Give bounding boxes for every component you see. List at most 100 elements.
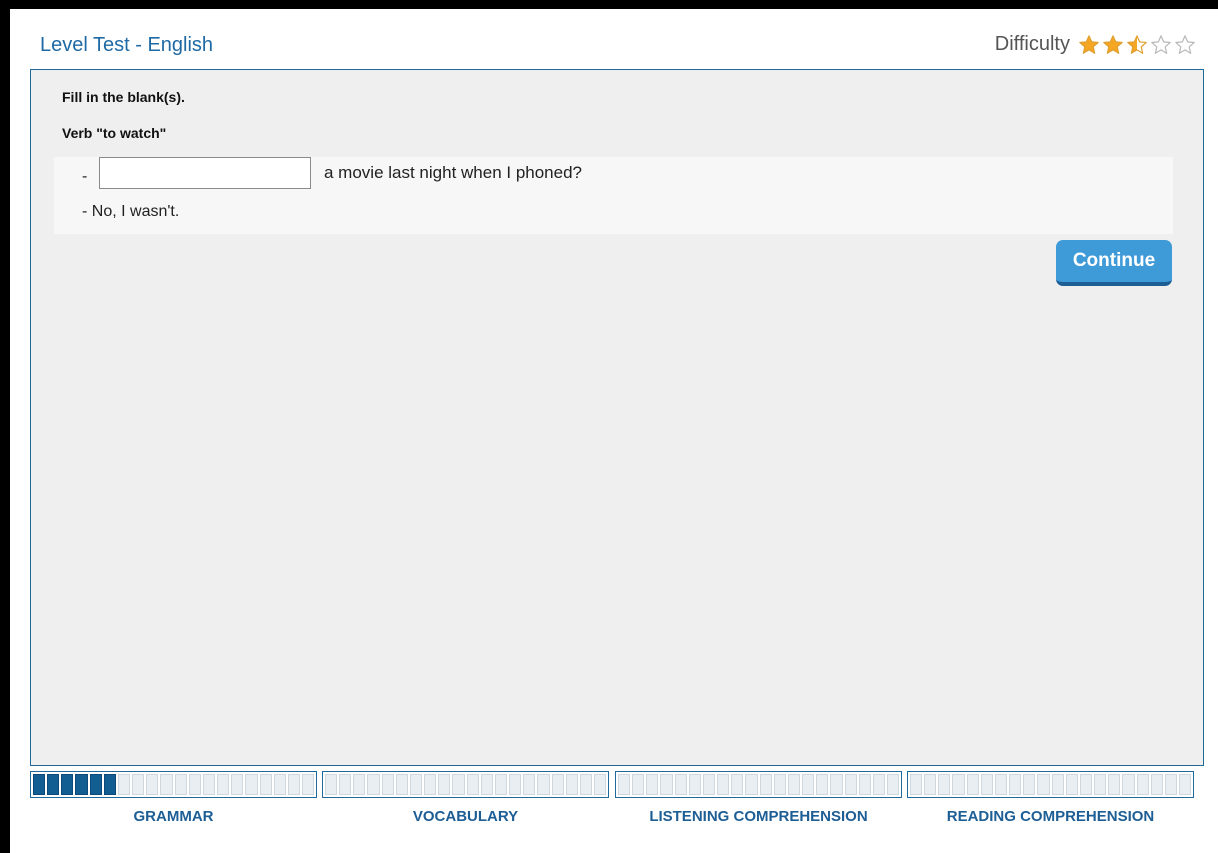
star-icon bbox=[1126, 34, 1148, 56]
progress-segment bbox=[1150, 774, 1163, 795]
progress-segment bbox=[745, 774, 758, 795]
progress-segment bbox=[339, 774, 352, 795]
progress-segment bbox=[1051, 774, 1064, 795]
progress-segment bbox=[367, 774, 380, 795]
progress-segment bbox=[830, 774, 843, 795]
progress-segment bbox=[872, 774, 885, 795]
progress-segment bbox=[731, 774, 744, 795]
exercise-panel: Fill in the blank(s). Verb "to watch" - … bbox=[30, 69, 1204, 766]
progress-segment bbox=[702, 774, 716, 795]
progress-segment bbox=[802, 774, 815, 795]
progress-segment bbox=[523, 774, 536, 795]
progress-segment bbox=[395, 774, 408, 795]
progress-segment bbox=[89, 774, 102, 795]
section-label: READING COMPREHENSION bbox=[946, 808, 1155, 825]
progress-segment bbox=[480, 774, 493, 795]
progress-segment bbox=[966, 774, 979, 795]
progress-segment bbox=[1023, 774, 1036, 795]
progress-segment bbox=[117, 774, 131, 795]
progress-segment bbox=[660, 774, 673, 795]
progress-segment bbox=[33, 774, 46, 795]
star-icon bbox=[1078, 34, 1100, 56]
progress-segment bbox=[160, 774, 173, 795]
progress-bar bbox=[615, 771, 902, 798]
header: Level Test - English Difficulty bbox=[10, 9, 1218, 69]
progress-segment bbox=[132, 774, 145, 795]
progress-segment bbox=[858, 774, 871, 795]
progress-segment bbox=[579, 774, 592, 795]
progress-segment bbox=[61, 774, 74, 795]
progress-segment bbox=[924, 774, 937, 795]
progress-segment bbox=[381, 774, 394, 795]
page-title: Level Test - English bbox=[40, 34, 214, 56]
progress-segment bbox=[1094, 774, 1107, 795]
progress-section-listening: LISTENING COMPREHENSION bbox=[615, 771, 902, 841]
progress-segment bbox=[551, 774, 564, 795]
progress-segment bbox=[980, 774, 993, 795]
progress-segment bbox=[1009, 774, 1022, 795]
question-text: a movie last night when I phoned? bbox=[324, 163, 583, 182]
progress-segment bbox=[1037, 774, 1050, 795]
progress-segment bbox=[1136, 774, 1149, 795]
instruction-text: Fill in the blank(s). bbox=[62, 89, 185, 105]
progress-segment bbox=[231, 774, 244, 795]
progress-segment bbox=[424, 774, 437, 795]
progress-segment bbox=[287, 774, 300, 795]
dialogue-dash: - bbox=[82, 168, 88, 185]
answer-text: - No, I wasn't. bbox=[82, 203, 180, 220]
progress-segment bbox=[994, 774, 1008, 795]
progress-segment bbox=[1164, 774, 1177, 795]
progress-segment bbox=[494, 774, 508, 795]
progress-segment bbox=[952, 774, 965, 795]
progress-segment bbox=[325, 774, 338, 795]
progress-segment bbox=[452, 774, 465, 795]
progress-segment bbox=[509, 774, 522, 795]
progress-segment bbox=[103, 774, 116, 795]
progress-section-vocabulary: VOCABULARY bbox=[322, 771, 609, 841]
progress-segment bbox=[1178, 774, 1192, 795]
progress-segment bbox=[301, 774, 315, 795]
progress-bar bbox=[907, 771, 1194, 798]
progress-segment bbox=[353, 774, 366, 795]
progress-segment bbox=[75, 774, 88, 795]
progress-segment bbox=[1079, 774, 1093, 795]
difficulty-label: Difficulty bbox=[994, 33, 1070, 55]
progress-segment bbox=[1108, 774, 1121, 795]
progress-section-reading: READING COMPREHENSION bbox=[907, 771, 1194, 841]
progress-segment bbox=[245, 774, 258, 795]
progress-segment bbox=[1065, 774, 1078, 795]
progress-segment bbox=[618, 774, 631, 795]
progress-segment bbox=[646, 774, 659, 795]
section-label: GRAMMAR bbox=[133, 808, 214, 825]
progress-segment bbox=[816, 774, 829, 795]
progress-segment bbox=[910, 774, 923, 795]
progress-segment bbox=[773, 774, 786, 795]
progress-segment bbox=[844, 774, 857, 795]
progress-segment bbox=[202, 774, 216, 795]
progress-segment bbox=[47, 774, 60, 795]
progress-segment bbox=[537, 774, 550, 795]
difficulty-rating: Difficulty bbox=[995, 33, 1196, 56]
continue-button[interactable]: Continue bbox=[1056, 240, 1172, 286]
question-box: - a movie last night when I phoned? - No… bbox=[54, 157, 1173, 234]
verb-title: Verb "to watch" bbox=[62, 125, 167, 141]
section-label: VOCABULARY bbox=[412, 808, 519, 825]
progress-segment bbox=[217, 774, 230, 795]
progress-segment bbox=[938, 774, 951, 795]
progress-segment bbox=[1122, 774, 1135, 795]
progress-segment bbox=[146, 774, 159, 795]
progress-segment bbox=[717, 774, 730, 795]
progress-segment bbox=[174, 774, 187, 795]
blank-answer-input[interactable] bbox=[99, 157, 311, 189]
progress-segment bbox=[632, 774, 645, 795]
progress-segment bbox=[886, 774, 900, 795]
progress-bar bbox=[30, 771, 317, 798]
progress-segment bbox=[466, 774, 479, 795]
progress-segment bbox=[759, 774, 772, 795]
progress-area: GRAMMAR VOCABULARY LISTENING COMPREHENSI… bbox=[30, 771, 1204, 841]
progress-section-grammar: GRAMMAR bbox=[30, 771, 317, 841]
progress-bar bbox=[322, 771, 609, 798]
progress-segment bbox=[688, 774, 701, 795]
star-icon bbox=[1102, 34, 1124, 56]
progress-segment bbox=[188, 774, 201, 795]
